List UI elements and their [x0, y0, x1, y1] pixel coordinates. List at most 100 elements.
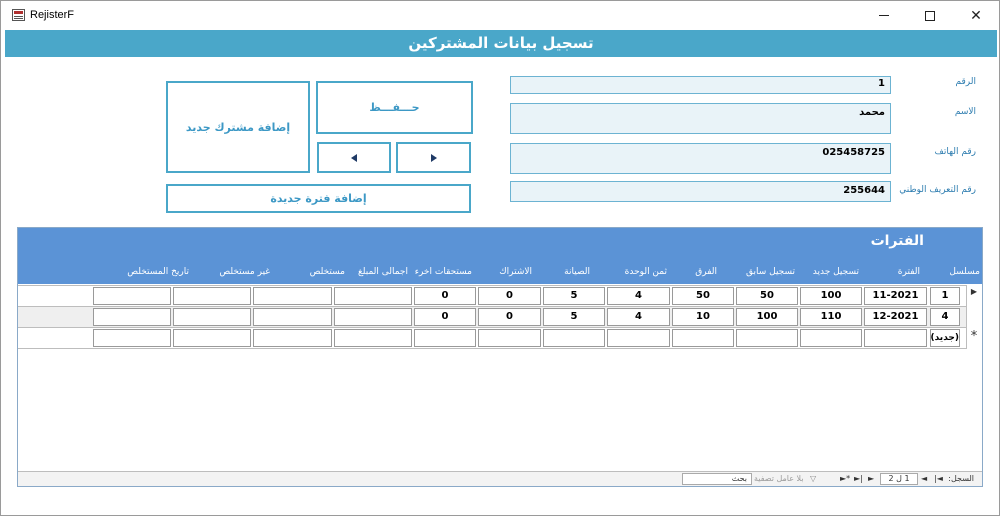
cell-subscription[interactable]: 0: [478, 308, 541, 326]
cell-new-reading[interactable]: 110: [800, 308, 862, 326]
cell-other-dues[interactable]: 0: [414, 308, 476, 326]
column-header-serial: مسلسل: [949, 267, 980, 277]
title-bar: RejisterF ✕: [1, 1, 999, 30]
minimize-button[interactable]: [861, 1, 907, 30]
cell-new-reading[interactable]: 100: [800, 287, 862, 305]
cell-serial[interactable]: 1: [930, 287, 960, 305]
name-field[interactable]: محمد: [510, 103, 891, 134]
periods-subform: الفترات مسلسل الفترة تسجيل جديد تسجيل سا…: [17, 227, 983, 487]
cell-subscription[interactable]: [478, 329, 541, 347]
column-header-payment-date: تاريخ المستخلص: [127, 267, 189, 277]
cell-unpaid[interactable]: [173, 329, 251, 347]
form-header: تسجيل بيانات المشتركين: [5, 30, 997, 57]
save-button-label: حـــفـــظ: [369, 101, 420, 114]
cell-other-dues[interactable]: [414, 329, 476, 347]
next-record-icon[interactable]: ►: [868, 474, 874, 483]
cell-previous-reading[interactable]: [736, 329, 798, 347]
cell-previous-reading[interactable]: 50: [736, 287, 798, 305]
national-id-field[interactable]: 255644: [510, 181, 891, 202]
record-label: السجل:: [948, 474, 974, 483]
maximize-icon: [925, 10, 935, 21]
cell-total[interactable]: [334, 308, 412, 326]
new-record-marker[interactable]: *: [967, 329, 981, 344]
cell-serial[interactable]: 4: [930, 308, 960, 326]
new-record-icon[interactable]: ►*: [840, 474, 850, 483]
cell-paid[interactable]: [253, 287, 332, 305]
cell-payment-date[interactable]: [93, 329, 171, 347]
previous-arrow-icon: [351, 153, 357, 162]
cell-total[interactable]: [334, 287, 412, 305]
row-divider: [18, 285, 982, 286]
add-period-label: إضافة فترة جديدة: [270, 192, 367, 205]
phone-label: رقم الهاتف: [934, 147, 976, 157]
next-arrow-icon: [430, 153, 437, 162]
column-header-unpaid: غير مستخلص: [219, 267, 270, 277]
row-divider: [18, 348, 982, 349]
window-title: RejisterF: [30, 9, 75, 21]
phone-field[interactable]: 025458725: [510, 143, 891, 174]
row-divider: [18, 327, 982, 328]
subform-title: الفترات: [870, 233, 924, 249]
column-header-difference: الفرق: [695, 267, 717, 277]
column-header-period: الفترة: [897, 267, 920, 277]
record-position-field[interactable]: 1 ل 2: [880, 473, 918, 485]
add-subscriber-label: إضافة مشترك جديد: [185, 120, 291, 134]
national-id-label: رقم التعريف الوطني: [899, 185, 976, 195]
minimize-icon: [879, 15, 889, 16]
column-header-subscription: الاشتراك: [499, 267, 532, 277]
page-title: تسجيل بيانات المشتركين: [408, 34, 594, 52]
id-label: الرقم: [955, 77, 976, 87]
column-header-new-reading: تسجيل جديد: [812, 267, 859, 277]
cell-period[interactable]: [864, 329, 927, 347]
add-period-button[interactable]: إضافة فترة جديدة: [166, 184, 471, 213]
column-header-unit-price: ثمن الوحدة: [624, 267, 667, 277]
current-record-marker[interactable]: ▶: [967, 287, 981, 296]
column-header-previous-reading: تسجيل سابق: [745, 267, 795, 277]
search-input[interactable]: بحث: [682, 473, 752, 485]
column-header-maintenance: الصيانة: [564, 267, 590, 277]
cell-total[interactable]: [334, 329, 412, 347]
cell-unit-price[interactable]: 4: [607, 308, 670, 326]
filter-icon[interactable]: ▽: [810, 474, 816, 483]
save-button[interactable]: حـــفـــظ: [316, 81, 473, 134]
close-icon: ✕: [970, 7, 982, 24]
cell-unit-price[interactable]: [607, 329, 670, 347]
cell-subscription[interactable]: 0: [478, 287, 541, 305]
cell-previous-reading[interactable]: 100: [736, 308, 798, 326]
cell-period[interactable]: 12-2021: [864, 308, 927, 326]
cell-difference[interactable]: [672, 329, 734, 347]
cell-new-reading[interactable]: [800, 329, 862, 347]
first-record-icon[interactable]: |◄: [934, 474, 943, 483]
cell-payment-date[interactable]: [93, 287, 171, 305]
id-field[interactable]: 1: [510, 76, 891, 94]
close-button[interactable]: ✕: [953, 1, 999, 30]
cell-period[interactable]: 11-2021: [864, 287, 927, 305]
cell-serial-new[interactable]: (جديد): [930, 329, 960, 347]
column-header-total: اجمالى المبلغ: [357, 267, 408, 277]
column-header-paid: مستخلص: [309, 267, 345, 277]
cell-unpaid[interactable]: [173, 308, 251, 326]
filter-status[interactable]: بلا عامل تصفية: [754, 474, 804, 483]
maximize-button[interactable]: [907, 1, 953, 30]
form-icon: [12, 9, 25, 21]
next-record-button[interactable]: [396, 142, 471, 173]
cell-difference[interactable]: 50: [672, 287, 734, 305]
last-record-icon[interactable]: ►|: [854, 474, 863, 483]
cell-maintenance[interactable]: 5: [543, 287, 605, 305]
cell-other-dues[interactable]: 0: [414, 287, 476, 305]
cell-payment-date[interactable]: [93, 308, 171, 326]
add-subscriber-button[interactable]: إضافة مشترك جديد: [166, 81, 310, 173]
cell-unit-price[interactable]: 4: [607, 287, 670, 305]
cell-difference[interactable]: 10: [672, 308, 734, 326]
application-window: RejisterF ✕ تسجيل بيانات المشتركين الرقم…: [0, 0, 1000, 516]
cell-maintenance[interactable]: [543, 329, 605, 347]
previous-record-button[interactable]: [317, 142, 391, 173]
subform-header: الفترات مسلسل الفترة تسجيل جديد تسجيل سا…: [18, 228, 982, 284]
cell-paid[interactable]: [253, 308, 332, 326]
column-header-other-dues: مستحقات اخرء: [414, 267, 472, 277]
cell-maintenance[interactable]: 5: [543, 308, 605, 326]
cell-unpaid[interactable]: [173, 287, 251, 305]
cell-paid[interactable]: [253, 329, 332, 347]
record-navigator: السجل: |◄ ◄ 1 ل 2 ► ►| ►* ▽ بلا عامل تصف…: [18, 471, 982, 486]
previous-record-icon[interactable]: ◄: [921, 474, 927, 483]
